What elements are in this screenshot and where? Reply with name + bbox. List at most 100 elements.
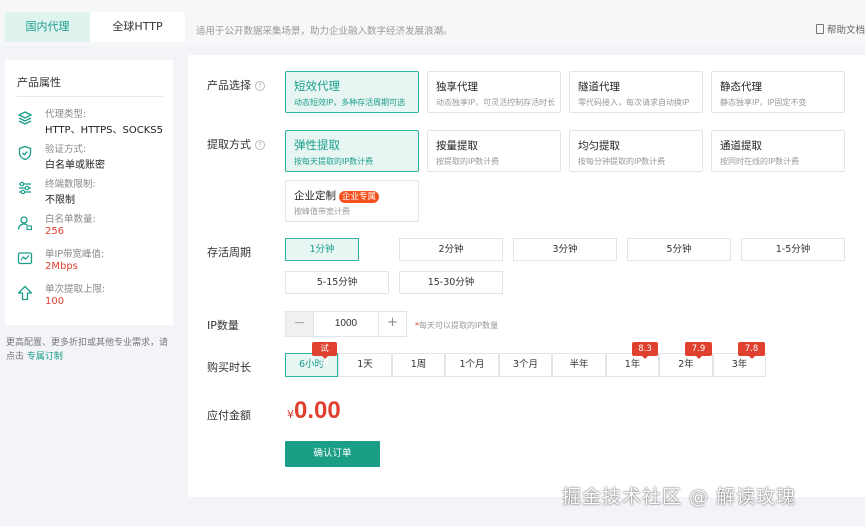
- decrement-button[interactable]: −: [286, 312, 313, 336]
- option-title: 短效代理: [294, 79, 340, 93]
- product-option-exclusive[interactable]: 独享代理动态独享IP，可灵活控制存活时长: [427, 71, 561, 113]
- attr-value: 不限制: [45, 195, 75, 206]
- attr-value: 2Mbps: [45, 261, 78, 272]
- question-icon[interactable]: ?: [255, 140, 265, 150]
- option-title: 静态代理: [720, 81, 762, 93]
- product-option-short-term[interactable]: 短效代理动态短效IP，多种存活周期可选: [285, 71, 419, 113]
- top-bar: 国内代理 全球HTTP 适用于公开数据采集场景，助力企业融入数字经济发展浪潮。 …: [0, 0, 865, 46]
- duration-text: 2年: [678, 359, 694, 370]
- bandwidth-icon: [17, 252, 33, 265]
- price-label: 应付金额: [207, 409, 251, 422]
- currency-symbol: ¥: [287, 408, 294, 421]
- survival-option[interactable]: 2分钟: [399, 238, 503, 261]
- product-option-static[interactable]: 静态代理静态独享IP，IP固定不变: [711, 71, 845, 113]
- user-whitelist-icon: [17, 216, 33, 231]
- price-amount: ¥0.00: [287, 397, 341, 425]
- duration-option[interactable]: 3个月: [499, 353, 552, 377]
- duration-option[interactable]: 1周: [392, 353, 445, 377]
- option-sub: 按每天提取的IP数计费: [294, 157, 374, 166]
- sliders-icon: [19, 181, 31, 195]
- option-title: 弹性提取: [294, 138, 340, 152]
- attr-label: 验证方式:: [45, 144, 87, 155]
- attr-label: 单次提取上限:: [45, 284, 106, 295]
- option-sub: 按同时在线的IP数计费: [720, 157, 800, 166]
- ip-count-stepper: − +: [285, 311, 407, 337]
- extract-method-label: 提取方式?: [207, 136, 265, 152]
- duration-label: 购买时长: [207, 361, 251, 374]
- duration-text: 1个月: [459, 359, 485, 370]
- upload-arrow-icon: [17, 285, 33, 301]
- option-sub: 动态独享IP，可灵活控制存活时长: [436, 98, 556, 107]
- amount-value: 0.00: [294, 397, 341, 424]
- option-sub: 动态短效IP，多种存活周期可选: [294, 98, 406, 107]
- option-sub: 按每分钟提取的IP数计费: [578, 157, 666, 166]
- duration-text: 1周: [410, 359, 427, 370]
- help-doc-label: 帮助文档: [827, 25, 865, 36]
- survival-option[interactable]: 3分钟: [513, 238, 617, 261]
- duration-option[interactable]: 6小时 试用: [285, 342, 338, 377]
- option-sub: 按峰值带宽计费: [294, 207, 350, 216]
- custom-order-link[interactable]: 专属订制: [27, 352, 63, 362]
- duration-option[interactable]: 1个月: [445, 353, 499, 377]
- survival-label: 存活周期: [207, 246, 251, 259]
- option-title: 按量提取: [436, 140, 478, 152]
- label-text: 产品选择: [207, 79, 251, 92]
- duration-option[interactable]: 2年 7.9折: [659, 342, 713, 377]
- label-text: 提取方式: [207, 138, 251, 151]
- option-sub: 按提取的IP数计费: [436, 157, 500, 166]
- duration-text: 3年: [731, 359, 748, 370]
- product-select-label: 产品选择?: [207, 77, 265, 93]
- duration-text: 3个月: [512, 359, 539, 370]
- sidebar-title: 产品属性: [17, 76, 61, 89]
- ip-count-hint: *每天可以提取的IP数量: [415, 320, 498, 331]
- confirm-order-button[interactable]: 确认订单: [285, 441, 380, 467]
- option-title: 均匀提取: [578, 140, 620, 152]
- duration-text: 半年: [569, 359, 589, 370]
- product-option-tunnel[interactable]: 隧道代理零代码接入，每次请求自动换IP: [569, 71, 703, 113]
- option-sub: 零代码接入，每次请求自动换IP: [578, 98, 690, 107]
- survival-option[interactable]: 1-5分钟: [741, 238, 845, 261]
- option-title: 企业定制 企业专属: [294, 188, 380, 203]
- tab-domestic-proxy[interactable]: 国内代理: [5, 12, 90, 42]
- question-icon[interactable]: ?: [255, 81, 265, 91]
- layers-icon: [17, 111, 33, 125]
- attr-label: 单IP带宽峰值:: [45, 249, 105, 260]
- divider: [17, 96, 163, 97]
- trial-badge: 试用: [312, 342, 337, 368]
- order-form: 产品选择? 短效代理动态短效IP，多种存活周期可选 独享代理动态独享IP，可灵活…: [188, 55, 865, 497]
- option-title: 隧道代理: [578, 81, 620, 93]
- title-text: 企业定制: [294, 190, 336, 202]
- extract-option-uniform[interactable]: 均匀提取按每分钟提取的IP数计费: [569, 130, 703, 172]
- survival-option[interactable]: 15-30分钟: [399, 271, 503, 294]
- discount-badge: 7.8折: [738, 342, 765, 368]
- duration-option[interactable]: 1年 8.3折: [606, 342, 659, 377]
- survival-option[interactable]: 5分钟: [627, 238, 731, 261]
- duration-option[interactable]: 3年 7.8折: [713, 342, 766, 377]
- duration-option[interactable]: 1天: [338, 353, 392, 377]
- help-doc-link[interactable]: 帮助文档: [816, 22, 865, 36]
- top-description: 适用于公开数据采集场景，助力企业融入数字经济发展浪潮。: [196, 26, 453, 37]
- duration-option[interactable]: 半年: [552, 353, 606, 377]
- watermark: 掘金技术社区 @ 解读玫瑰: [562, 486, 797, 508]
- custom-config-note: 更高配置、更多折扣或其他专业需求，请点击 专属订制: [6, 336, 176, 364]
- option-title: 独享代理: [436, 81, 478, 93]
- discount-badge: 7.9折: [685, 342, 712, 368]
- extract-option-elastic[interactable]: 弹性提取按每天提取的IP数计费: [285, 130, 419, 172]
- ip-count-label: IP数量: [207, 319, 239, 332]
- attr-value: 白名单或账密: [45, 160, 105, 171]
- product-attributes-panel: 产品属性 代理类型: HTTP、HTTPS、SOCKS5 验证方式: 白名单或账…: [5, 60, 173, 325]
- survival-option[interactable]: 1分钟: [285, 238, 359, 261]
- option-title: 通道提取: [720, 140, 762, 152]
- document-icon: [816, 24, 824, 34]
- increment-button[interactable]: +: [379, 312, 406, 336]
- ip-count-input[interactable]: [313, 312, 379, 336]
- extract-option-enterprise[interactable]: 企业定制 企业专属按峰值带宽计费: [285, 180, 419, 222]
- extract-option-by-volume[interactable]: 按量提取按提取的IP数计费: [427, 130, 561, 172]
- survival-option[interactable]: 5-15分钟: [285, 271, 389, 294]
- attr-value: 100: [45, 296, 65, 307]
- hint-text: 每天可以提取的IP数量: [419, 321, 499, 330]
- option-sub: 静态独享IP，IP固定不变: [720, 98, 807, 107]
- tab-global-http[interactable]: 全球HTTP: [90, 12, 185, 42]
- extract-option-channel[interactable]: 通道提取按同时在线的IP数计费: [711, 130, 845, 172]
- duration-text: 1年: [624, 359, 641, 370]
